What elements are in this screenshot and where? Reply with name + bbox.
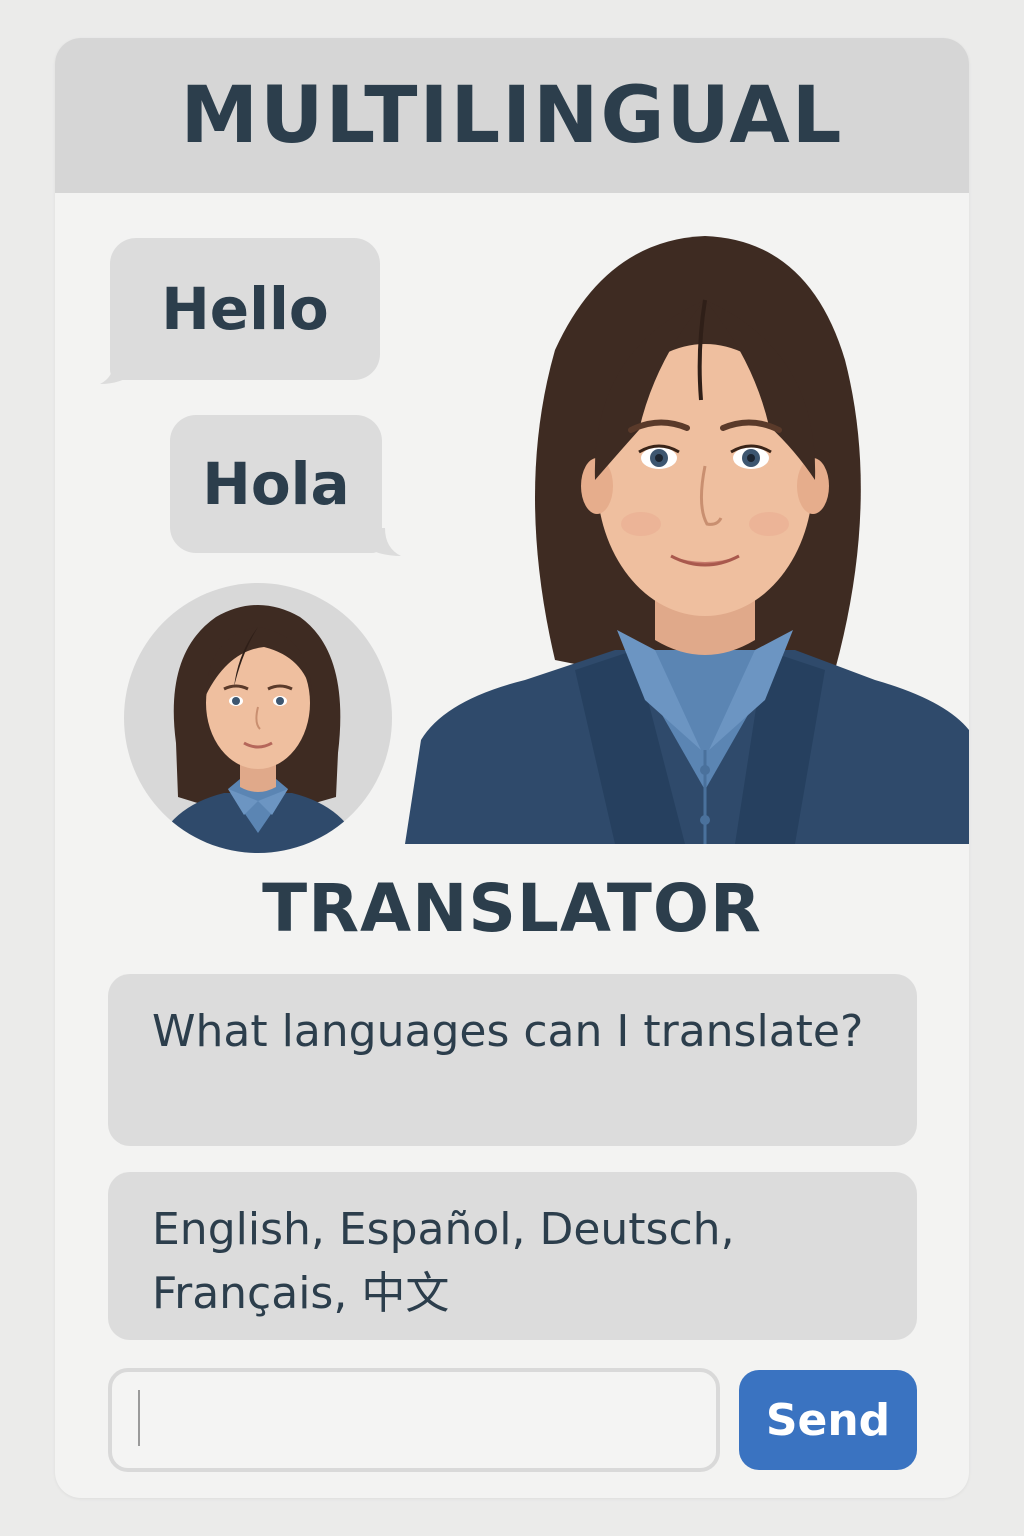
greeting-bubble-hola: Hola xyxy=(170,415,382,553)
greeting-text: Hola xyxy=(202,450,350,518)
assistant-message-bubble: English, Español, Deutsch, Français, 中文 xyxy=(108,1172,917,1340)
translator-card: MULTILINGUAL Hello Hola TRANSLATOR What … xyxy=(55,38,969,1498)
header-bar: MULTILINGUAL xyxy=(55,38,969,193)
send-button[interactable]: Send xyxy=(739,1370,917,1470)
message-input[interactable] xyxy=(108,1368,720,1472)
user-message-text: What languages can I translate? xyxy=(152,1006,864,1057)
assistant-title: TRANSLATOR xyxy=(262,870,762,947)
assistant-message-text: English, Español, Deutsch, Français, 中文 xyxy=(152,1204,735,1319)
woman-avatar-icon xyxy=(154,605,362,853)
greeting-bubble-hello: Hello xyxy=(110,238,380,380)
greeting-text: Hello xyxy=(161,275,329,343)
app-title: MULTILINGUAL xyxy=(180,70,844,161)
text-caret xyxy=(138,1390,140,1446)
woman-portrait-illustration xyxy=(405,236,969,844)
avatar xyxy=(124,583,392,853)
user-message-bubble: What languages can I translate? xyxy=(108,974,917,1146)
